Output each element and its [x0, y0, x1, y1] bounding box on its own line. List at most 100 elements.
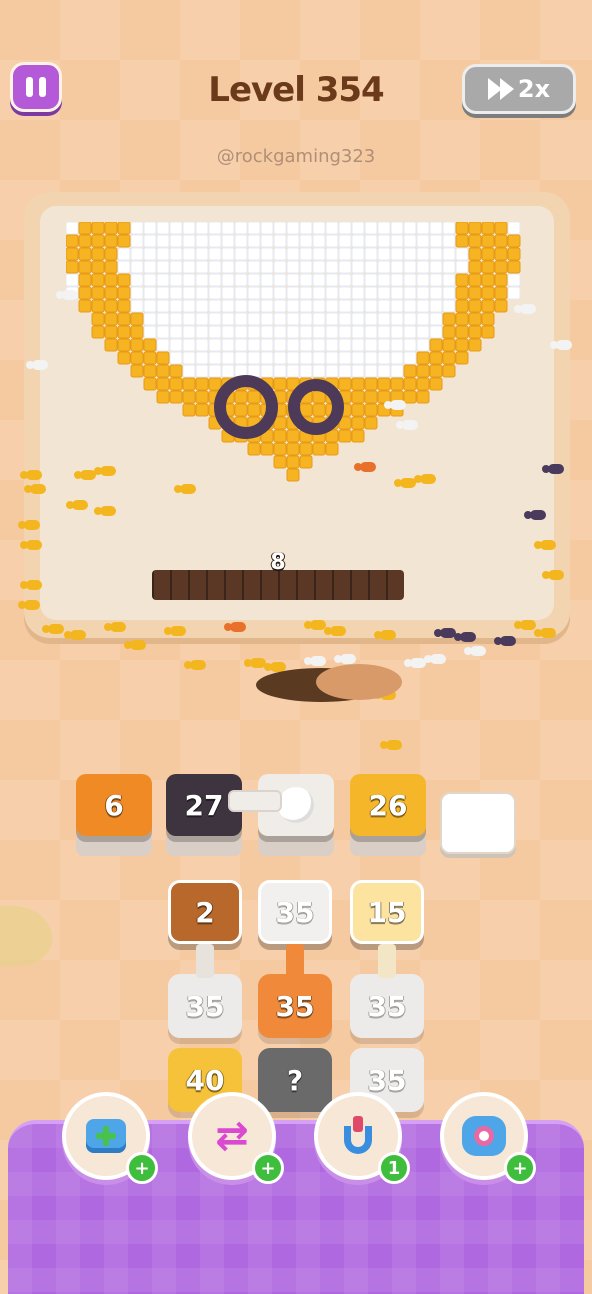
- pixel-orange: [156, 377, 170, 391]
- pixel-white: [273, 364, 287, 378]
- pixel-white: [182, 247, 196, 261]
- pixel-white: [416, 273, 430, 287]
- pixel-orange: [91, 247, 105, 261]
- pixel-white: [143, 222, 157, 235]
- pixel-orange: [351, 377, 365, 391]
- pixel-white: [221, 325, 235, 339]
- add-booster-badge[interactable]: +: [126, 1152, 158, 1184]
- booster-count-badge[interactable]: 1: [378, 1152, 410, 1184]
- ant-box[interactable]: 35: [168, 974, 242, 1038]
- pixel-orange: [169, 364, 183, 378]
- ant: [184, 660, 206, 670]
- pixel-white: [130, 299, 144, 313]
- pixel-white: [221, 222, 235, 235]
- pixel-white: [364, 325, 378, 339]
- pixel-white: [273, 260, 287, 274]
- pixel-white: [221, 351, 235, 365]
- pixel-white: [143, 247, 157, 261]
- pixel-white: [312, 325, 326, 339]
- pixel-orange: [130, 325, 144, 339]
- pixel-orange: [78, 234, 92, 248]
- mystery-ant-box[interactable]: ?: [258, 1048, 332, 1112]
- pixel-orange: [455, 351, 469, 365]
- ant: [94, 466, 116, 476]
- pixel-white: [403, 312, 417, 326]
- pixel-white: [299, 312, 313, 326]
- pixel-white: [143, 260, 157, 274]
- pixel-white: [351, 260, 365, 274]
- pixel-white: [195, 286, 209, 300]
- connector-pipe: [286, 944, 304, 978]
- pixel-white: [273, 222, 287, 235]
- ant: [104, 622, 126, 632]
- pixel-orange: [286, 455, 300, 469]
- pixel-white: [169, 312, 183, 326]
- pixel-white: [221, 234, 235, 248]
- ant-box[interactable]: 35: [258, 880, 332, 944]
- pixel-orange: [66, 247, 79, 261]
- pixel-orange: [494, 299, 508, 313]
- ant-box[interactable]: 35: [350, 974, 424, 1038]
- add-booster-badge[interactable]: +: [504, 1152, 536, 1184]
- pixel-white: [338, 299, 352, 313]
- pixel-white: [416, 247, 430, 261]
- pixel-white: [455, 247, 469, 261]
- pixel-white: [234, 222, 248, 235]
- pixel-orange: [468, 234, 482, 248]
- pixel-orange: [312, 403, 326, 417]
- pixel-white: [195, 247, 209, 261]
- ant: [514, 620, 536, 630]
- pixel-white: [351, 325, 365, 339]
- pixel-white: [169, 286, 183, 300]
- pixel-white: [156, 325, 170, 339]
- queue-slot: 26: [350, 774, 426, 836]
- pixel-white: [260, 273, 274, 287]
- pixel-white: [208, 325, 222, 339]
- pixel-orange: [312, 390, 326, 404]
- pixel-white: [338, 351, 352, 365]
- pixel-orange: [117, 234, 131, 248]
- pixel-white: [312, 312, 326, 326]
- pixel-white: [130, 260, 144, 274]
- pixel-white: [390, 286, 404, 300]
- pixel-orange: [455, 222, 469, 235]
- add-booster-badge[interactable]: +: [252, 1152, 284, 1184]
- ant-hole-rim: [316, 664, 402, 700]
- pixel-orange: [182, 377, 196, 391]
- pixel-orange: [364, 416, 378, 430]
- speed-button[interactable]: 2x: [462, 64, 576, 114]
- pixel-orange: [351, 403, 365, 417]
- pixel-white: [221, 273, 235, 287]
- pixel-white: [325, 364, 339, 378]
- pixel-white: [364, 273, 378, 287]
- pixel-orange: [429, 351, 443, 365]
- pixel-orange: [442, 325, 456, 339]
- pixel-white: [429, 312, 443, 326]
- pixel-white: [299, 247, 313, 261]
- pixel-white: [416, 260, 430, 274]
- pixel-orange: [117, 273, 131, 287]
- pixel-white: [221, 299, 235, 313]
- pixel-white: [429, 286, 443, 300]
- pixel-white: [169, 247, 183, 261]
- pixel-orange: [273, 455, 287, 469]
- pixel-white: [247, 273, 261, 287]
- queue-slot-count: 6: [104, 788, 124, 822]
- pixel-white: [130, 222, 144, 235]
- ant-box-count: 40: [185, 1063, 225, 1097]
- pixel-white: [403, 234, 417, 248]
- pixel-orange: [455, 286, 469, 300]
- pixel-white: [338, 273, 352, 287]
- ant-box[interactable]: 15: [350, 880, 424, 944]
- pixel-orange: [507, 260, 521, 274]
- pixel-orange: [273, 377, 287, 391]
- pixel-white: [442, 247, 456, 261]
- ant-box[interactable]: 35: [258, 974, 332, 1038]
- pixel-white: [325, 286, 339, 300]
- pixel-white: [351, 234, 365, 248]
- pixel-orange: [91, 325, 105, 339]
- chocolate-count: 8: [270, 550, 286, 575]
- pixel-white: [299, 273, 313, 287]
- pixel-orange: [117, 351, 131, 365]
- ant-box[interactable]: 2: [168, 880, 242, 944]
